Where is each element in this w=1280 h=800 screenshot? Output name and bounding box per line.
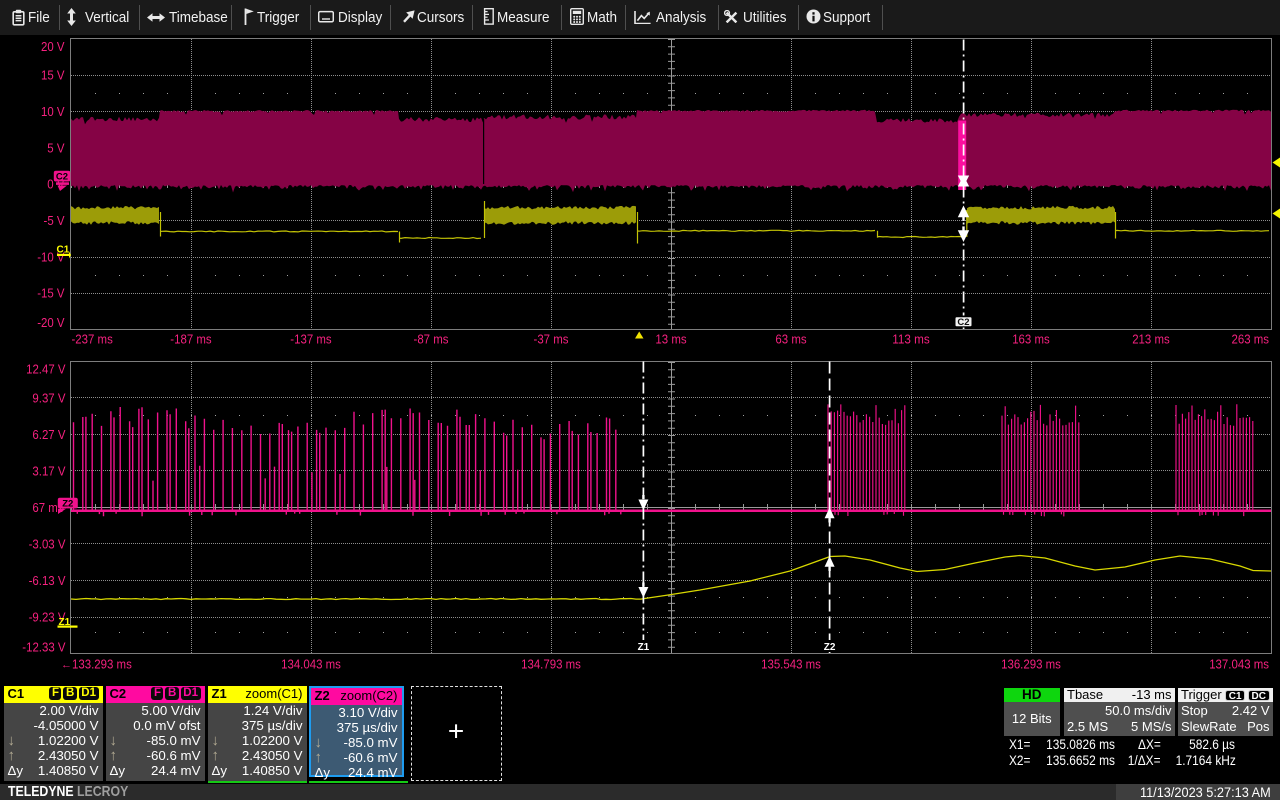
- svg-text:113 ms: 113 ms: [892, 332, 930, 347]
- svg-text:15 V: 15 V: [41, 68, 65, 83]
- svg-text:163 ms: 163 ms: [1012, 332, 1050, 347]
- svg-text:-6.13 V: -6.13 V: [29, 573, 66, 588]
- svg-text:135.543 ms: 135.543 ms: [761, 657, 821, 672]
- svg-text:10 V: 10 V: [41, 104, 65, 119]
- svg-text:←: ←: [61, 659, 72, 671]
- svg-text:-12.33 V: -12.33 V: [22, 639, 65, 654]
- svg-text:Z2: Z2: [62, 499, 73, 510]
- svg-text:-137 ms: -137 ms: [290, 332, 332, 347]
- svg-text:13 ms: 13 ms: [655, 332, 687, 347]
- svg-text:-3.03 V: -3.03 V: [29, 536, 66, 551]
- svg-text:-237 ms: -237 ms: [72, 332, 114, 347]
- svg-text:C2: C2: [56, 172, 68, 183]
- svg-text:12.47 V: 12.47 V: [26, 361, 66, 376]
- svg-text:134.043 ms: 134.043 ms: [281, 657, 341, 672]
- svg-text:-5 V: -5 V: [44, 213, 65, 228]
- svg-text:133.293 ms: 133.293 ms: [72, 657, 132, 672]
- svg-text:20 V: 20 V: [41, 39, 65, 54]
- svg-text:6.27 V: 6.27 V: [32, 427, 65, 442]
- svg-text:263 ms: 263 ms: [1232, 332, 1270, 347]
- svg-text:-87 ms: -87 ms: [414, 332, 449, 347]
- svg-text:Z2: Z2: [824, 642, 836, 653]
- svg-text:63 ms: 63 ms: [775, 332, 807, 347]
- svg-text:9.37 V: 9.37 V: [32, 390, 65, 405]
- svg-text:3.17 V: 3.17 V: [32, 463, 65, 478]
- svg-text:-187 ms: -187 ms: [170, 332, 212, 347]
- svg-text:Z1: Z1: [638, 642, 650, 653]
- svg-text:-37 ms: -37 ms: [534, 332, 569, 347]
- svg-text:5 V: 5 V: [47, 140, 64, 155]
- svg-text:137.043 ms: 137.043 ms: [1209, 657, 1269, 672]
- svg-text:-20 V: -20 V: [37, 315, 65, 330]
- svg-text:134.793 ms: 134.793 ms: [521, 657, 581, 672]
- svg-text:136.293 ms: 136.293 ms: [1001, 657, 1061, 672]
- svg-text:C2: C2: [957, 317, 969, 328]
- svg-text:213 ms: 213 ms: [1132, 332, 1170, 347]
- svg-text:-15 V: -15 V: [37, 286, 65, 301]
